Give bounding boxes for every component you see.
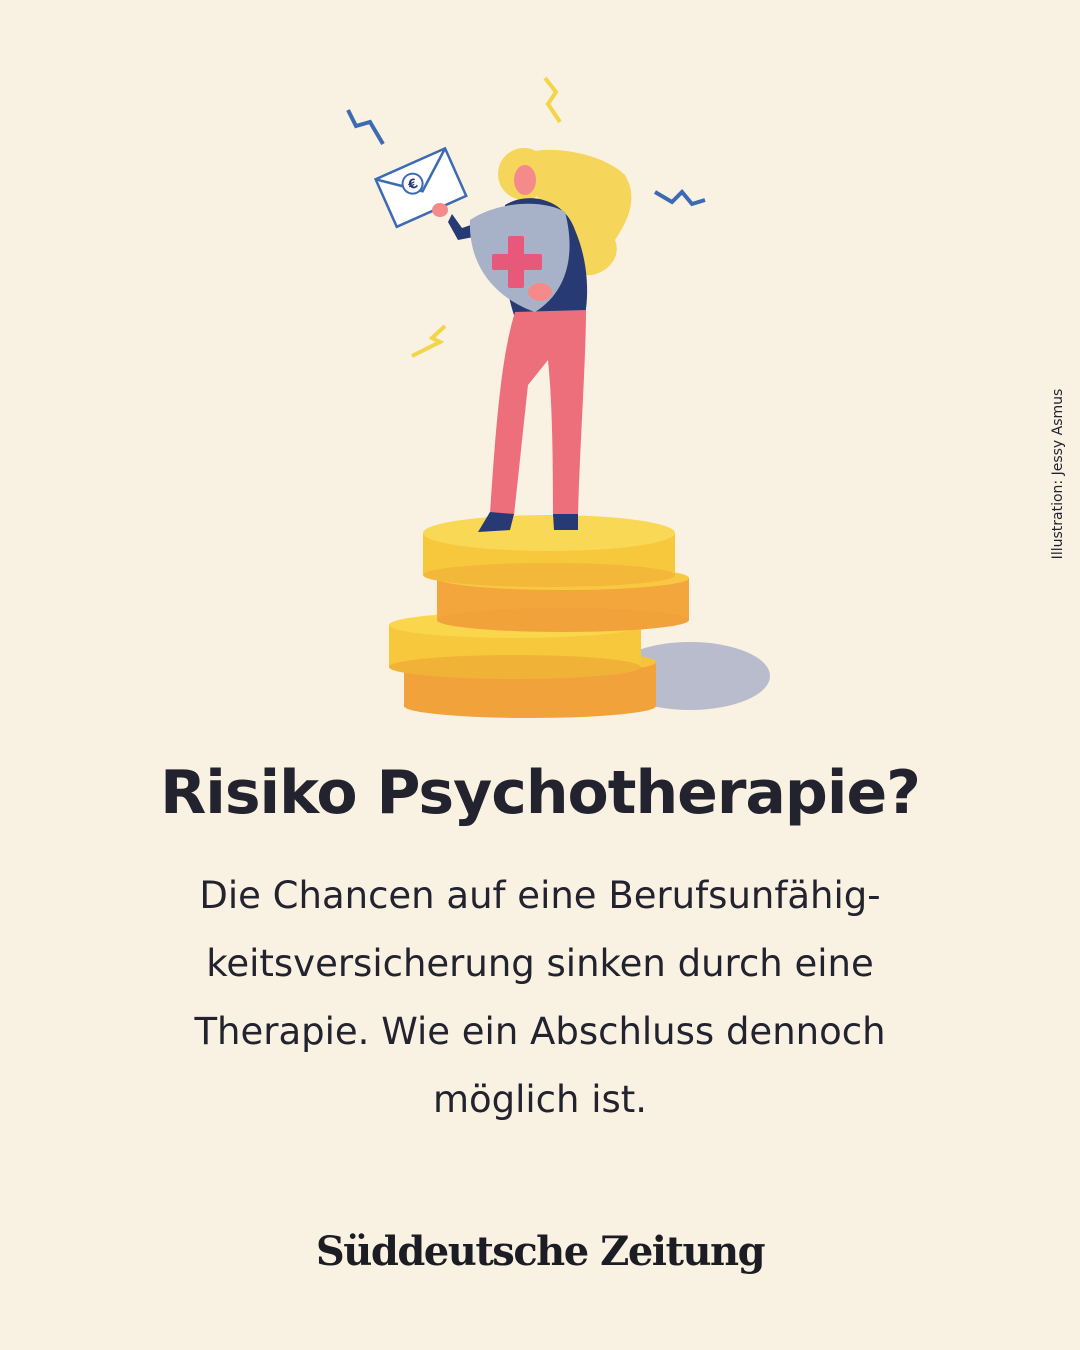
illustration-credit: Illustration: Jessy Asmus (1050, 388, 1066, 560)
teaser-line: Therapie. Wie ein Abschluss dennoch (194, 1010, 886, 1053)
teaser-line: keitsversicherung sinken durch eine (206, 942, 874, 985)
article-teaser: Die Chancen auf eine Berufsunfähig- keit… (140, 862, 940, 1134)
woman-figure-icon (448, 148, 632, 532)
illustration: € (346, 76, 770, 718)
article-headline: Risiko Psychotherapie? (160, 758, 921, 828)
coin-stack-icon (389, 515, 689, 718)
publisher-logo: Süddeutsche Zeitung (315, 1228, 766, 1275)
teaser-line: möglich ist. (432, 1078, 648, 1121)
teaser-line: Die Chancen auf eine Berufsunfähig- (199, 874, 881, 917)
